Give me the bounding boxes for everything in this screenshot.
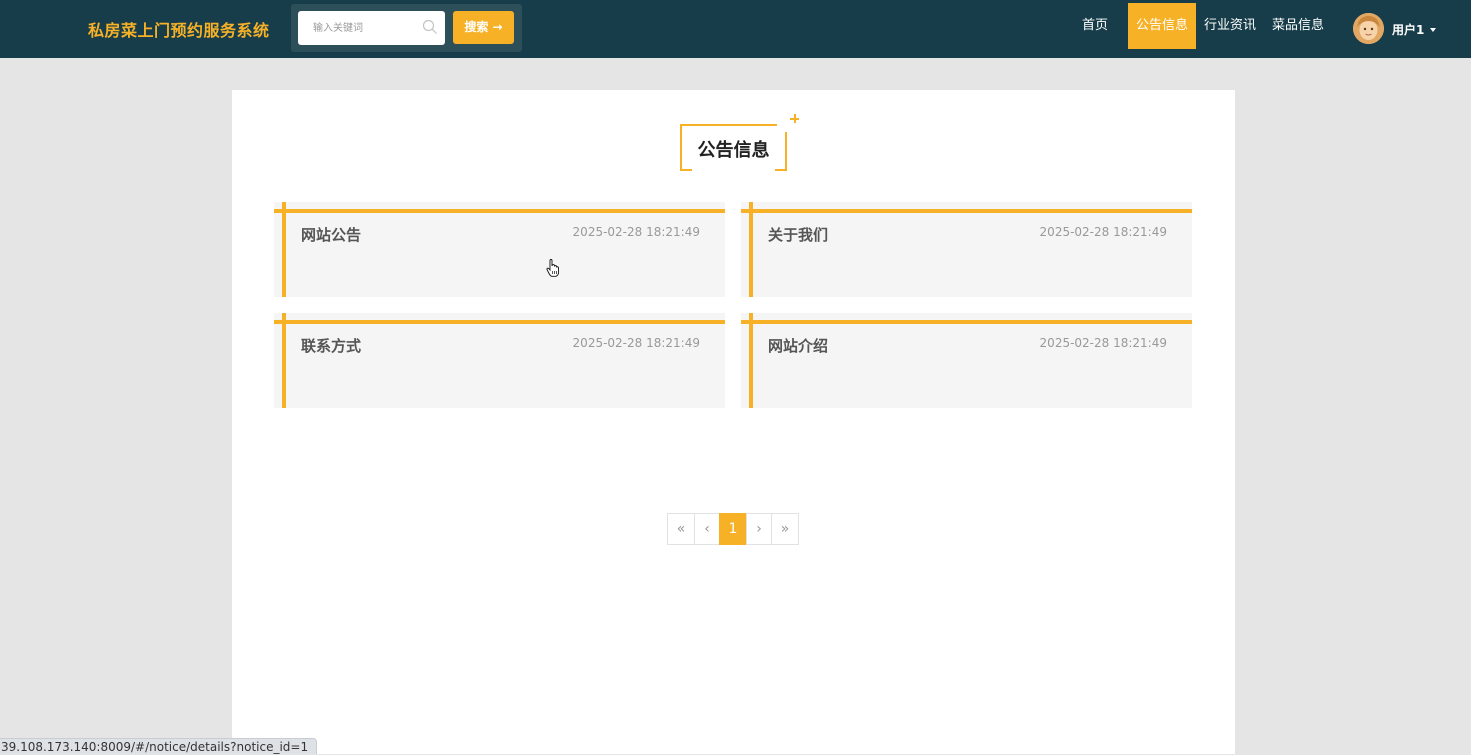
notice-title[interactable]: 网站介绍 xyxy=(768,335,828,356)
top-navbar: 私房菜上门预约服务系统 搜索 → 首页 公告信息 行业资讯 菜品信息 用户1 xyxy=(0,0,1471,58)
notice-title[interactable]: 关于我们 xyxy=(768,224,828,245)
search-icon[interactable] xyxy=(422,19,438,35)
nav-home[interactable]: 首页 xyxy=(1073,3,1117,49)
chevron-down-icon[interactable] xyxy=(1430,28,1436,32)
notice-card[interactable]: 关于我们 2025-02-28 18:21:49 xyxy=(741,202,1192,297)
notice-card[interactable]: 网站介绍 2025-02-28 18:21:49 xyxy=(741,313,1192,408)
avatar[interactable] xyxy=(1353,13,1384,44)
search-box xyxy=(298,11,445,45)
last-page-button[interactable]: » xyxy=(771,513,799,545)
nav-notices[interactable]: 公告信息 xyxy=(1128,3,1196,49)
nav-industry-news[interactable]: 行业资讯 xyxy=(1199,3,1261,49)
notice-time: 2025-02-28 18:21:49 xyxy=(572,225,700,239)
status-bar-url: 39.108.173.140:8009/#/notice/details?not… xyxy=(0,738,318,754)
notice-time: 2025-02-28 18:21:49 xyxy=(572,336,700,350)
notice-title[interactable]: 网站公告 xyxy=(301,224,361,245)
main-panel: 公告信息 网站公告 2025-02-28 18:21:49 关于我们 2025-… xyxy=(232,90,1235,754)
section-title: 公告信息 xyxy=(680,122,789,171)
prev-page-button[interactable]: ‹ xyxy=(694,513,720,545)
notice-card[interactable]: 联系方式 2025-02-28 18:21:49 xyxy=(274,313,725,408)
page-number-button[interactable]: 1 xyxy=(719,513,747,545)
search-button[interactable]: 搜索 → xyxy=(453,11,514,44)
plus-icon xyxy=(790,114,799,123)
search-input[interactable] xyxy=(298,11,418,45)
notice-time: 2025-02-28 18:21:49 xyxy=(1039,225,1167,239)
user-name[interactable]: 用户1 xyxy=(1392,21,1424,38)
notice-title[interactable]: 联系方式 xyxy=(301,335,361,356)
next-page-button[interactable]: › xyxy=(746,513,772,545)
notice-time: 2025-02-28 18:21:49 xyxy=(1039,336,1167,350)
nav-dishes[interactable]: 菜品信息 xyxy=(1267,3,1329,49)
section-title-text: 公告信息 xyxy=(697,140,770,161)
first-page-button[interactable]: « xyxy=(667,513,695,545)
search-bar: 搜索 → xyxy=(291,4,522,52)
notice-card[interactable]: 网站公告 2025-02-28 18:21:49 xyxy=(274,202,725,297)
site-brand[interactable]: 私房菜上门预约服务系统 xyxy=(88,17,270,41)
hand-cursor-icon xyxy=(546,259,560,277)
